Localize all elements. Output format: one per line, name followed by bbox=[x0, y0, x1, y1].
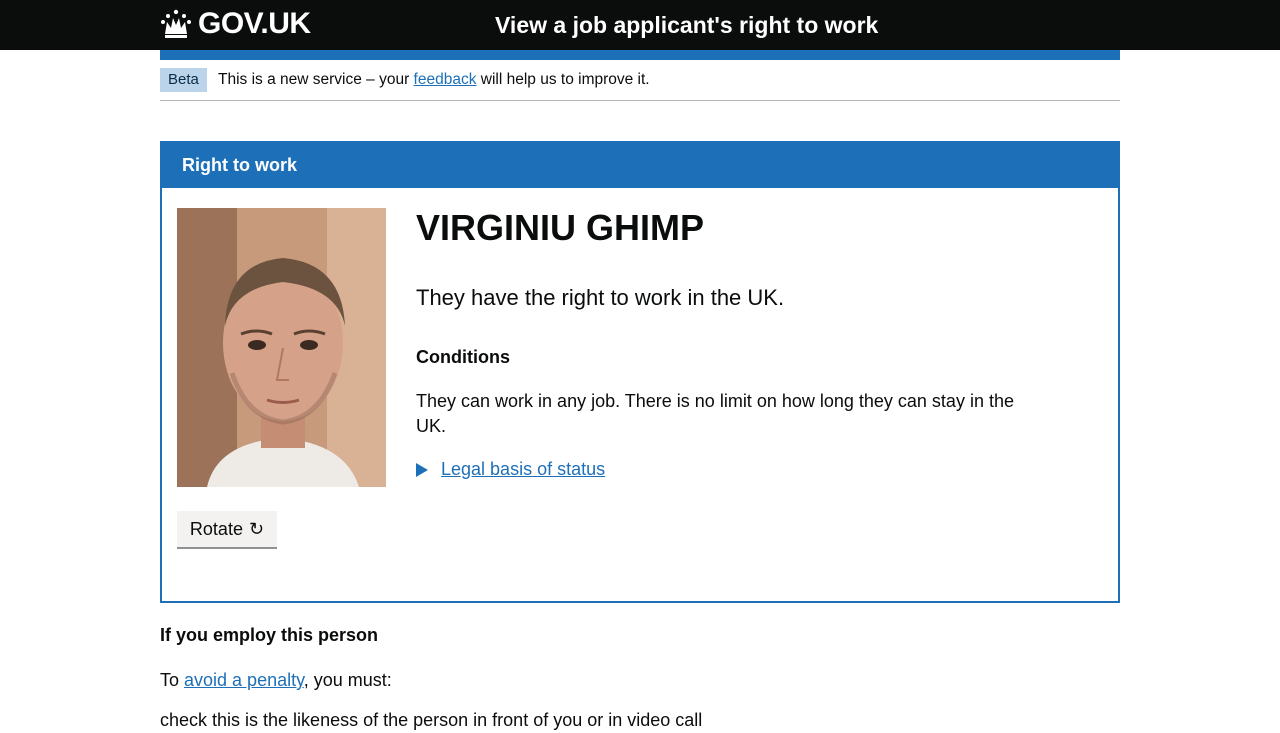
conditions-text: They can work in any job. There is no li… bbox=[416, 391, 1014, 436]
crown-icon bbox=[161, 9, 191, 38]
applicant-name: VIRGINIU GHIMP bbox=[416, 207, 705, 248]
phase-banner: Beta This is a new service – your feedba… bbox=[160, 60, 1120, 101]
rotate-label: Rotate bbox=[189, 518, 243, 539]
phase-text-before: This is a new service – your bbox=[218, 71, 414, 88]
legal-basis-details[interactable]: Legal basis of status bbox=[416, 457, 1036, 482]
legal-basis-link[interactable]: Legal basis of status bbox=[441, 457, 605, 482]
expand-triangle-icon[interactable] bbox=[416, 462, 428, 477]
guidance-list-item: check this is the likeness of the person… bbox=[160, 710, 703, 730]
rotate-icon: ↻ bbox=[248, 518, 265, 539]
employ-heading: If you employ this person bbox=[160, 625, 379, 645]
employer-guidance: If you employ this person To avoid a pen… bbox=[160, 622, 1120, 733]
avoid-after: , you must: bbox=[303, 670, 392, 690]
avoid-penalty-text: To avoid a penalty, you must: bbox=[160, 667, 1120, 693]
logo-text: GOV.UK bbox=[198, 7, 311, 40]
rotate-button[interactable]: Rotate ↻ bbox=[177, 511, 277, 549]
avoid-before: To bbox=[160, 670, 185, 690]
phase-banner-text: This is a new service – your feedback wi… bbox=[218, 70, 650, 90]
header-blue-bar bbox=[160, 50, 1120, 60]
avoid-penalty-link[interactable]: avoid a penalty bbox=[184, 670, 304, 690]
conditions-heading: Conditions bbox=[416, 347, 510, 367]
govuk-logo-link[interactable]: GOV.UK bbox=[160, 6, 311, 42]
right-to-work-status: They have the right to work in the UK. bbox=[416, 285, 785, 310]
site-header: GOV.UK View a job applicant's right to w… bbox=[0, 0, 1280, 50]
applicant-info: VIRGINIU GHIMP They have the right to wo… bbox=[416, 203, 1036, 482]
right-to-work-panel: Right to work Rotate ↻ VIRGINIU GHIMP Th… bbox=[160, 141, 1120, 603]
applicant-photo bbox=[177, 208, 386, 487]
panel-heading: Right to work bbox=[162, 143, 1118, 188]
phase-text-after: will help us to improve it. bbox=[476, 71, 650, 88]
feedback-link[interactable]: feedback bbox=[414, 71, 477, 88]
service-name[interactable]: View a job applicant's right to work bbox=[495, 10, 878, 40]
beta-tag: Beta bbox=[160, 68, 207, 92]
